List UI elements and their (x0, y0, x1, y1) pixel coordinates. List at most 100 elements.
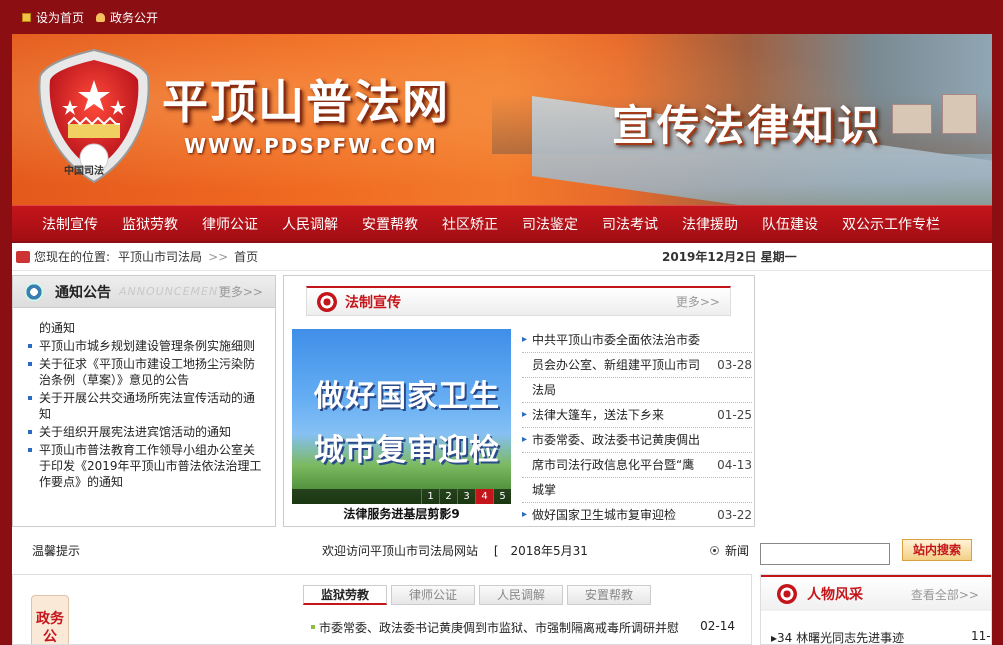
list-item[interactable]: 席市司法行政信息化平台暨“鹰 04-13 (522, 453, 752, 478)
nav-item[interactable]: 司法考试 (602, 214, 658, 234)
list-item[interactable]: 市委常委、政法委书记黄庚倜出 (522, 428, 752, 453)
tab-lawyer[interactable]: 律师公证 (391, 585, 475, 605)
page: 设为首页 政务公开 中国司法 平顶山普法网 WWW.PDSPFW.COM 宣传法… (0, 0, 1003, 645)
lower-tab-panel: 政务公 监狱劳教 律师公证 人民调解 安置帮教 市委常委、政法委书记黄庚倜到市监… (12, 574, 752, 645)
news-title: 中共平顶山市委全面依法治市委 (532, 333, 701, 347)
nav-item[interactable]: 社区矫正 (442, 214, 498, 234)
gov-open-label: 政务公开 (110, 10, 159, 25)
search-scope-option[interactable]: 新闻 (710, 542, 749, 559)
notice-list: 的通知 平顶山市城乡规划建设管理条例实施细则 关于征求《平顶山市建设工地扬尘污染… (13, 308, 275, 522)
nav-item[interactable]: 双公示工作专栏 (842, 214, 940, 234)
section-title: 法制宣传 (345, 294, 401, 311)
set-home-label: 设为首页 (36, 10, 85, 25)
slide-page-button[interactable]: 1 (421, 489, 439, 504)
target-icon (317, 291, 337, 312)
news-title: 城掌 (532, 483, 557, 497)
top-bar: 设为首页 政务公开 (0, 0, 1003, 34)
list-item[interactable]: 中共平顶山市委全面依法治市委 (522, 328, 752, 353)
gov-open-link[interactable]: 政务公开 (96, 9, 158, 26)
news-list: 中共平顶山市委全面依法治市委 员会办公室、新组建平顶山市司 03-28 法局 法律… (522, 328, 752, 524)
section-more-link[interactable]: 更多>> (676, 293, 720, 310)
section-title-bar: 法制宣传 更多>> (306, 286, 731, 316)
nav-item[interactable]: 队伍建设 (762, 214, 818, 234)
news-date: 01-25 (717, 408, 752, 422)
slide-text-line1: 做好国家卫生 (314, 379, 500, 414)
nav-item[interactable]: 律师公证 (202, 214, 258, 234)
list-item[interactable]: 关于开展公共交通场所宪法宣传活动的通知 (25, 390, 265, 422)
notice-title-en: ANNOUNCEMENT (119, 285, 226, 298)
site-domain: WWW.PDSPFW.COM (184, 134, 438, 158)
slideshow-image[interactable]: 做好国家卫生 城市复审迎检 1 2 3 4 5 (292, 329, 511, 504)
list-item[interactable]: 关于征求《平顶山市建设工地扬尘污染防治条例（草案）》意见的公告 (25, 356, 265, 388)
news-title: 做好国家卫生城市复审迎检 (532, 508, 677, 522)
breadcrumb-separator: >> (208, 249, 229, 264)
banner-slogan: 宣传法律知识 (612, 101, 883, 150)
tab-resettlement[interactable]: 安置帮教 (567, 585, 651, 605)
nav-item[interactable]: 监狱劳教 (122, 214, 178, 234)
news-title: 法局 (532, 383, 557, 397)
legal-publicity-panel: 法制宣传 更多>> 做好国家卫生 城市复审迎检 1 2 3 4 5 法律服务进基… (283, 275, 755, 527)
home-icon (22, 12, 31, 22)
tips-bar: 温馨提示 欢迎访问平顶山市司法局网站 [ 2018年5月31 新闻 (12, 536, 752, 564)
list-item[interactable]: ▸34 林曙光同志先进事迹11-1 (771, 629, 991, 645)
list-item[interactable]: 关于组织开展宪法进宾馆活动的通知 (25, 424, 265, 440)
people-panel: 人物风采 查看全部>> ▸34 林曙光同志先进事迹11-1 (760, 574, 992, 645)
tab-mediation[interactable]: 人民调解 (479, 585, 563, 605)
list-item[interactable]: 法局 (522, 378, 752, 403)
news-title: 员会办公室、新组建平顶山市司 (532, 358, 701, 372)
news-date: 03-28 (717, 358, 752, 372)
nav-item[interactable]: 法律援助 (682, 214, 738, 234)
list-item[interactable]: 员会办公室、新组建平顶山市司 03-28 (522, 353, 752, 378)
radio-icon[interactable] (710, 545, 719, 555)
gov-affairs-tab[interactable]: 政务公 (31, 595, 69, 644)
banner-building (892, 104, 932, 134)
header-banner: 中国司法 平顶山普法网 WWW.PDSPFW.COM 宣传法律知识 (12, 34, 992, 205)
tips-label: 温馨提示 (32, 543, 81, 558)
list-item[interactable]: 法律大篷车，送法下乡来 01-25 (522, 403, 752, 428)
notice-header: 通知公告 ANNOUNCEMENT 更多>> (13, 276, 275, 308)
list-item[interactable]: 平顶山市城乡规划建设管理条例实施细则 (25, 338, 265, 354)
user-icon (96, 12, 106, 22)
target-icon (777, 584, 797, 604)
tab-prison[interactable]: 监狱劳教 (303, 585, 387, 605)
search-input[interactable] (760, 543, 890, 565)
people-more-link[interactable]: 查看全部>> (911, 586, 979, 603)
slide-page-button[interactable]: 3 (457, 489, 475, 504)
banner-building (942, 94, 977, 134)
news-title: 市委常委、政法委书记黄庚倜出 (532, 433, 701, 447)
breadcrumb: 您现在的位置: 平顶山市司法局 >> 首页 2019年12月2日 星期一 (12, 243, 992, 271)
slide-page-button[interactable]: 5 (493, 489, 511, 504)
slide-page-button[interactable]: 4 (475, 489, 493, 504)
list-item[interactable]: 市委常委、政法委书记黄庚倜到市监狱、市强制隔离戒毒所调研并慰 02-14 (311, 619, 735, 636)
slideshow-pager: 1 2 3 4 5 (292, 489, 511, 504)
news-date: 03-22 (717, 508, 752, 522)
news-date: 02-14 (700, 619, 735, 633)
notice-more-link[interactable]: 更多>> (219, 283, 263, 300)
nav-item[interactable]: 法制宣传 (42, 214, 98, 234)
search-scope-label: 新闻 (725, 543, 750, 558)
location-label: 您现在的位置: (34, 250, 111, 264)
set-home-link[interactable]: 设为首页 (22, 9, 84, 26)
person-item-title: 34 林曙光同志先进事迹 (777, 631, 905, 645)
list-item[interactable]: 做好国家卫生城市复审迎检 03-22 (522, 503, 752, 524)
news-title: 市委常委、政法委书记黄庚倜到市监狱、市强制隔离戒毒所调研并慰 (311, 619, 679, 636)
location-icon (16, 250, 30, 263)
slideshow-caption[interactable]: 法律服务进基层剪影9 (292, 504, 511, 524)
slide-page-button[interactable]: 2 (439, 489, 457, 504)
news-title: 席市司法行政信息化平台暨“鹰 (532, 458, 695, 472)
nav-item[interactable]: 人民调解 (282, 214, 338, 234)
news-title: 法律大篷车，送法下乡来 (532, 408, 665, 422)
list-item[interactable]: 平顶山市普法教育工作领导小组办公室关于印发《2019年平顶山市普法依法治理工作要… (25, 442, 265, 490)
legal-publicity-header: 法制宣传 更多>> (284, 276, 754, 320)
list-item[interactable]: 城掌 (522, 478, 752, 503)
nav-item[interactable]: 司法鉴定 (522, 214, 578, 234)
nav-item[interactable]: 安置帮教 (362, 214, 418, 234)
slideshow[interactable]: 做好国家卫生 城市复审迎检 1 2 3 4 5 法律服务进基层剪影9 (292, 329, 511, 524)
breadcrumb-link[interactable]: 平顶山市司法局 (118, 248, 202, 265)
breadcrumb-current[interactable]: 首页 (234, 248, 258, 265)
people-title: 人物风采 (807, 587, 863, 603)
person-item-date: 11-1 (971, 629, 991, 643)
search-button[interactable]: 站内搜索 (902, 539, 972, 561)
list-item[interactable]: 的通知 (25, 320, 265, 336)
notice-panel: 通知公告 ANNOUNCEMENT 更多>> 的通知 平顶山市城乡规划建设管理条… (12, 275, 276, 527)
